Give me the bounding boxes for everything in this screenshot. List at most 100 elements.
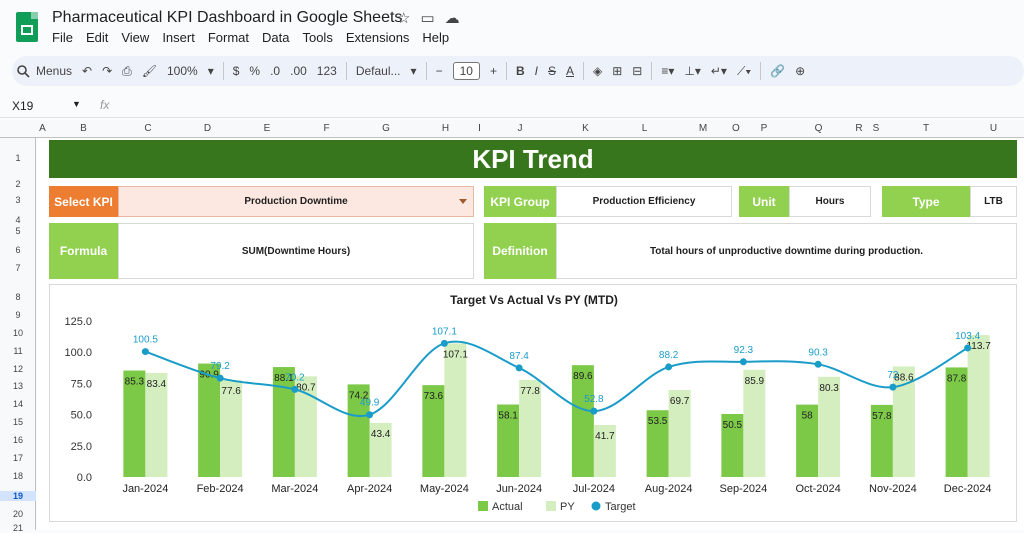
row-header-3[interactable]: 3	[0, 195, 36, 205]
menu-item-extensions[interactable]: Extensions	[346, 30, 410, 45]
chevron-down-icon[interactable]	[459, 199, 467, 204]
data-label-target: 103.4	[955, 331, 980, 342]
column-header-g[interactable]: G	[356, 123, 416, 134]
column-header-p[interactable]: P	[739, 123, 789, 134]
print-icon[interactable]: ⎙	[122, 64, 132, 79]
font-size-input[interactable]: 10	[452, 62, 480, 80]
sheets-logo-icon[interactable]	[16, 12, 38, 42]
row-header-2[interactable]: 2	[0, 179, 36, 189]
row-header-16[interactable]: 16	[0, 435, 36, 445]
row-header-5[interactable]: 5	[0, 226, 36, 236]
percent-format-button[interactable]: %	[249, 64, 260, 78]
row-header-7[interactable]: 7	[0, 263, 36, 273]
document-title[interactable]: Pharmaceutical KPI Dashboard in Google S…	[52, 9, 402, 27]
paint-format-icon[interactable]: 🖌	[142, 64, 157, 78]
chart-svg: 0.0 25.0 50.0 75.0 100.0 125.0 85.3 83.4 Jan-202…	[64, 316, 991, 513]
name-box[interactable]: X19	[12, 99, 33, 113]
fill-color-icon[interactable]: ◈	[593, 64, 602, 78]
column-header-l[interactable]: L	[615, 123, 674, 134]
row-header-12[interactable]: 12	[0, 364, 36, 374]
column-header-t[interactable]: T	[882, 123, 970, 134]
italic-button[interactable]: I	[535, 64, 538, 78]
column-header-k[interactable]: K	[556, 123, 615, 134]
column-header-h[interactable]: H	[416, 123, 475, 134]
chevron-down-icon[interactable]: ▼	[72, 99, 81, 109]
column-header-d[interactable]: D	[178, 123, 237, 134]
row-header-20[interactable]: 20	[0, 509, 36, 519]
column-header-b[interactable]: B	[49, 123, 118, 134]
column-header-m[interactable]: M	[674, 123, 732, 134]
insert-link-icon[interactable]: 🔗	[770, 64, 785, 78]
undo-icon[interactable]: ↶	[82, 64, 92, 78]
merge-cells-icon[interactable]: ⊟	[632, 64, 642, 78]
column-header-o[interactable]: O	[732, 123, 740, 134]
menus-search[interactable]: Menus	[17, 64, 72, 78]
data-label-py: 69.7	[670, 396, 690, 407]
menu-item-tools[interactable]: Tools	[302, 30, 332, 45]
menu-item-help[interactable]: Help	[422, 30, 449, 45]
font-size-decrease-button[interactable]: −	[436, 64, 443, 78]
kpi-chart[interactable]: Target Vs Actual Vs PY (MTD) 0.0 25.0 50.0…	[49, 284, 1017, 522]
redo-icon[interactable]: ↷	[102, 64, 112, 78]
menu-item-file[interactable]: File	[52, 30, 73, 45]
row-header-9[interactable]: 9	[0, 310, 36, 320]
star-icon[interactable]: ☆	[397, 9, 410, 27]
column-header-f[interactable]: F	[297, 123, 356, 134]
row-header-10[interactable]: 10	[0, 328, 36, 338]
decrease-decimal-button[interactable]: .0	[270, 64, 280, 78]
chevron-down-icon[interactable]: ▾	[208, 64, 214, 78]
column-header-s[interactable]: S	[870, 123, 882, 134]
y-tick-label: 50.0	[71, 410, 92, 422]
horizontal-align-icon[interactable]: ≡▾	[661, 64, 674, 78]
menu-bar: File Edit View Insert Format Data Tools Extensi…	[52, 30, 462, 45]
divider	[760, 62, 762, 80]
move-folder-icon[interactable]: ▭	[420, 9, 434, 27]
text-color-button[interactable]: A	[566, 64, 574, 78]
row-header-1[interactable]: 1	[0, 153, 36, 163]
menu-item-edit[interactable]: Edit	[86, 30, 108, 45]
column-header-u[interactable]: U	[970, 123, 1017, 134]
borders-icon[interactable]: ⊞	[612, 64, 622, 78]
menu-item-view[interactable]: View	[121, 30, 149, 45]
row-header-8[interactable]: 8	[0, 292, 36, 302]
row-header-17[interactable]: 17	[0, 453, 36, 463]
data-label-actual: 50.5	[723, 420, 743, 431]
zoom-select[interactable]: 100%	[167, 64, 198, 78]
text-wrap-icon[interactable]: ↵▾	[711, 64, 727, 78]
vertical-align-icon[interactable]: ⊥▾	[684, 64, 700, 78]
row-header-6[interactable]: 6	[0, 245, 36, 255]
column-header-q[interactable]: Q	[789, 123, 848, 134]
bar-actual	[198, 363, 221, 477]
insert-comment-icon[interactable]: ⊕	[795, 64, 805, 78]
strikethrough-button[interactable]: S	[548, 64, 556, 78]
text-rotation-icon[interactable]: ⟋▾	[737, 64, 751, 79]
menu-item-format[interactable]: Format	[208, 30, 249, 45]
row-header-18[interactable]: 18	[0, 471, 36, 481]
cloud-status-icon[interactable]: ☁	[445, 9, 460, 27]
font-size-increase-button[interactable]: +	[490, 64, 497, 78]
column-header-a[interactable]: A	[36, 123, 49, 134]
row-header-14[interactable]: 14	[0, 399, 36, 409]
bold-button[interactable]: B	[516, 64, 525, 78]
menu-item-data[interactable]: Data	[262, 30, 289, 45]
column-header-e[interactable]: E	[237, 123, 297, 134]
column-header-r[interactable]: R	[848, 123, 870, 134]
row-header-21[interactable]: 21	[0, 523, 36, 533]
column-header-c[interactable]: C	[118, 123, 178, 134]
menu-item-insert[interactable]: Insert	[162, 30, 195, 45]
more-formats-button[interactable]: 123	[317, 64, 337, 78]
currency-format-button[interactable]: $	[233, 64, 240, 78]
row-header-13[interactable]: 13	[0, 381, 36, 391]
chevron-down-icon[interactable]: ▾	[411, 64, 417, 78]
column-header-i[interactable]: I	[475, 123, 484, 134]
increase-decimal-button[interactable]: .00	[290, 64, 307, 78]
row-header-15[interactable]: 15	[0, 417, 36, 427]
row-header-4[interactable]: 4	[0, 215, 36, 225]
data-label-target: 100.5	[133, 335, 158, 346]
data-label-target: 90.3	[808, 347, 828, 358]
row-header-19[interactable]: 19	[0, 491, 36, 501]
font-select[interactable]: Defaul...	[356, 64, 401, 78]
select-kpi-dropdown[interactable]: Production Downtime	[118, 186, 474, 217]
row-header-11[interactable]: 11	[0, 346, 36, 356]
column-header-j[interactable]: J	[484, 123, 556, 134]
